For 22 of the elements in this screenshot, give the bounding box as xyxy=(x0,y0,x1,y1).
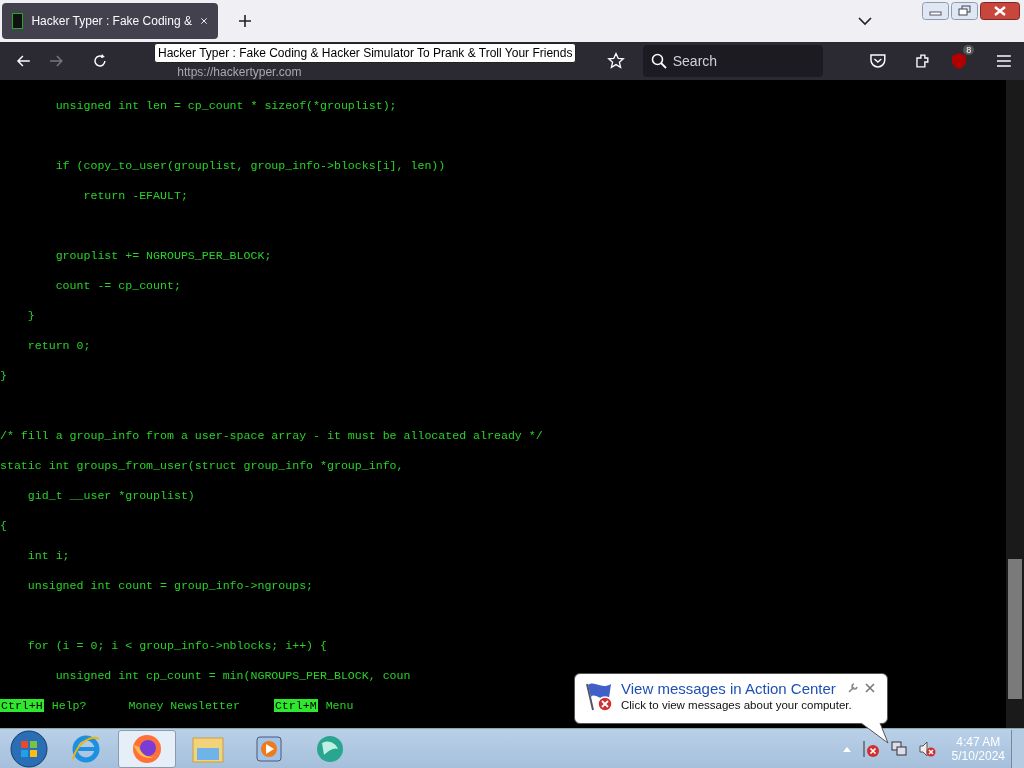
code-line: static int groups_from_user(struct group_info *group_info, xyxy=(0,458,404,474)
code-line: { xyxy=(0,518,7,534)
notification-badge: 8 xyxy=(963,44,975,55)
code-line: return 0; xyxy=(26,338,91,354)
code-line: count -= cp_count; xyxy=(54,278,181,294)
code-line: for (i = 0; i < group_info->nblocks; i++) { xyxy=(26,638,327,654)
code-line: unsigned int len = cp_count * sizeof(*grouplist); xyxy=(54,98,397,114)
code-line: int i; xyxy=(26,548,70,564)
code-line: if (copy_to_user(grouplist, group_info->blocks[i], len)) xyxy=(54,158,446,174)
code-line: return -EFAULT; xyxy=(82,188,188,204)
code-line: } xyxy=(26,308,35,324)
code-line: gid_t __user *grouplist) xyxy=(26,488,195,504)
tooltip: Hacker Typer : Fake Coding & Hacker Simulator To Prank & Troll Your Friends xyxy=(154,42,577,63)
code-line: /* fill a group_info from a user-space array - it must be allocated already */ xyxy=(0,428,543,444)
notification-message: Click to view messages about your computer. xyxy=(621,699,852,711)
code-line: unsigned int cp_count = min(NGROUPS_PER_BLOCK, coun xyxy=(54,668,411,684)
code-line: unsigned int count = group_info->ngroups; xyxy=(26,578,314,594)
tab-title: Hacker Typer : Fake Coding & xyxy=(31,13,192,28)
code-line: grouplist += NGROUPS_PER_BLOCK; xyxy=(54,248,272,264)
code-line: } xyxy=(0,368,7,384)
shortcut-key: Ctrl+H xyxy=(0,699,44,712)
shortcut-key: Ctrl+M xyxy=(273,699,318,712)
